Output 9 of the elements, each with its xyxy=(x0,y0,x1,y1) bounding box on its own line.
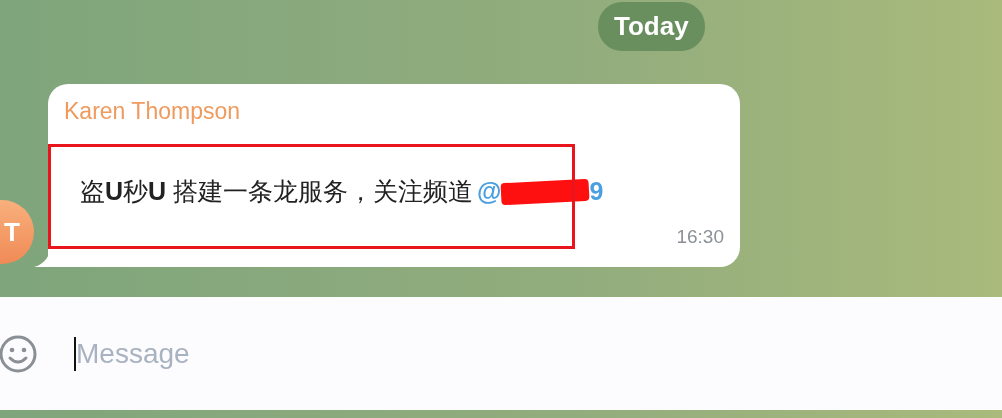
message-field[interactable]: Message xyxy=(76,337,376,370)
sender-name[interactable]: Karen Thompson xyxy=(64,98,240,125)
mention-link-end[interactable]: 9 xyxy=(589,177,604,206)
message-text: 盗U秒U 搭建一条龙服务，关注频道 xyxy=(80,176,474,207)
message-time: 16:30 xyxy=(676,226,724,248)
text-cursor xyxy=(74,336,76,371)
date-badge: Today xyxy=(598,2,705,51)
avatar[interactable]: T xyxy=(0,200,34,264)
mention-link[interactable]: @ xyxy=(477,177,502,206)
